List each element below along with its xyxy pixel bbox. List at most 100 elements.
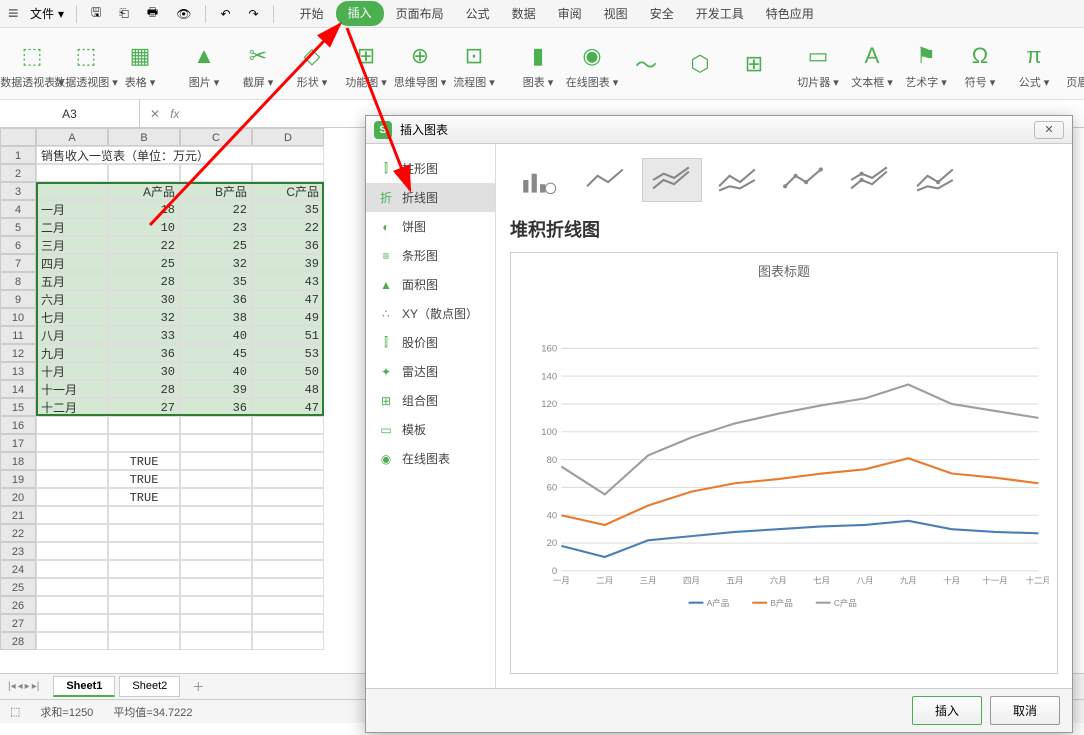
cell[interactable]: 5 [0,218,36,236]
cell[interactable]: 39 [180,380,252,398]
cell[interactable]: 23 [0,542,36,560]
ribbon-btn-11[interactable]: 〜 [622,44,670,84]
cell[interactable]: 9 [0,290,36,308]
cell[interactable]: TRUE [108,470,180,488]
tab-9[interactable]: 特色应用 [756,1,824,26]
cell[interactable] [180,416,252,434]
sheet-tab-Sheet2[interactable]: Sheet2 [119,676,180,697]
chart-type-3[interactable]: ≡条形图 [366,241,495,270]
cell[interactable]: 一月 [36,200,108,218]
cell[interactable]: B产品 [180,182,252,200]
cell[interactable]: A [36,128,108,146]
cell[interactable] [180,488,252,506]
cell[interactable]: 8 [0,272,36,290]
cell[interactable]: 1 [0,146,36,164]
tab-2[interactable]: 页面布局 [386,1,454,26]
cell[interactable]: 25 [180,236,252,254]
cell[interactable] [36,164,108,182]
cell[interactable]: 六月 [36,290,108,308]
ribbon-btn-12[interactable]: ⬡ [676,44,724,84]
cell[interactable] [108,416,180,434]
cell[interactable]: 4 [0,200,36,218]
cell[interactable]: 36 [252,236,324,254]
subtype-2[interactable] [642,158,702,202]
add-sheet-icon[interactable]: ＋ [184,678,212,695]
cell[interactable] [108,560,180,578]
name-box[interactable]: A3 [0,100,140,127]
cell[interactable]: 十一月 [36,380,108,398]
cell[interactable] [36,452,108,470]
ribbon-数据透视表[interactable]: ⬚数据透视表 ▾ [8,36,56,92]
cell[interactable]: TRUE [108,452,180,470]
cell[interactable]: 36 [108,344,180,362]
cell[interactable]: C [180,128,252,146]
cell[interactable]: 32 [180,254,252,272]
ribbon-图表[interactable]: ▮图表 ▾ [514,36,562,92]
cell[interactable]: 7 [0,254,36,272]
cell[interactable] [108,542,180,560]
cell[interactable] [36,524,108,542]
dialog-titlebar[interactable]: S 插入图表 ✕ [366,116,1072,144]
cell[interactable]: 11 [0,326,36,344]
cell[interactable] [36,506,108,524]
subtype-1[interactable] [576,158,636,202]
cell[interactable]: 四月 [36,254,108,272]
chart-type-0[interactable]: ⫿柱形图 [366,154,495,183]
cell[interactable]: 53 [252,344,324,362]
sheet-last-icon[interactable]: ▸| [32,681,40,692]
cell[interactable] [252,416,324,434]
tab-7[interactable]: 安全 [640,1,684,26]
cell[interactable] [0,128,36,146]
cell[interactable]: 15 [0,398,36,416]
cell[interactable] [108,614,180,632]
subtype-4[interactable] [774,158,834,202]
tab-8[interactable]: 开发工具 [686,1,754,26]
cell[interactable]: 10 [0,308,36,326]
ribbon-表格[interactable]: ▦表格 ▾ [116,36,164,92]
cell[interactable] [108,434,180,452]
ribbon-形状[interactable]: ◇形状 ▾ [288,36,336,92]
cancel-button[interactable]: 取消 [990,696,1060,725]
cell[interactable]: 35 [252,200,324,218]
cell[interactable]: 50 [252,362,324,380]
cell[interactable]: 33 [108,326,180,344]
subtype-3[interactable] [708,158,768,202]
ribbon-截屏[interactable]: ✂截屏 ▾ [234,36,282,92]
fx-icon[interactable]: fx [170,107,179,121]
print-icon[interactable]: 🖶 [139,0,166,28]
cell[interactable]: 24 [0,560,36,578]
ribbon-流程图[interactable]: ⊡流程图 ▾ [450,36,498,92]
cell[interactable]: 22 [252,218,324,236]
sheet-first-icon[interactable]: |◂ [8,681,16,692]
tab-4[interactable]: 数据 [502,1,546,26]
cell[interactable] [252,506,324,524]
cell[interactable]: 20 [0,488,36,506]
cell[interactable]: 13 [0,362,36,380]
cell[interactable] [36,182,108,200]
ribbon-文本框[interactable]: A文本框 ▾ [848,36,896,92]
cell[interactable]: 18 [108,200,180,218]
ribbon-btn-13[interactable]: ⊞ [730,44,778,84]
tab-0[interactable]: 开始 [290,1,334,26]
cell[interactable] [36,560,108,578]
ribbon-图片[interactable]: ▲图片 ▾ [180,36,228,92]
sheet-tab-Sheet1[interactable]: Sheet1 [53,676,115,697]
cell[interactable]: 五月 [36,272,108,290]
cell[interactable]: 28 [0,632,36,650]
cell[interactable] [36,632,108,650]
redo-icon[interactable]: ↷ [241,3,267,25]
ribbon-艺术字[interactable]: ⚑艺术字 ▾ [902,36,950,92]
cell[interactable]: 17 [0,434,36,452]
cell[interactable]: 36 [180,290,252,308]
cell[interactable]: 十月 [36,362,108,380]
cell[interactable]: 27 [108,398,180,416]
cell[interactable] [108,578,180,596]
cell[interactable] [36,596,108,614]
fx-cancel-icon[interactable]: ✕ [150,107,160,121]
cell[interactable]: 销售收入一览表（单位：万元） [36,146,324,164]
cell[interactable]: TRUE [108,488,180,506]
chart-type-9[interactable]: ▭模板 [366,415,495,444]
cell[interactable]: 19 [0,470,36,488]
tab-5[interactable]: 审阅 [548,1,592,26]
cell[interactable]: 12 [0,344,36,362]
